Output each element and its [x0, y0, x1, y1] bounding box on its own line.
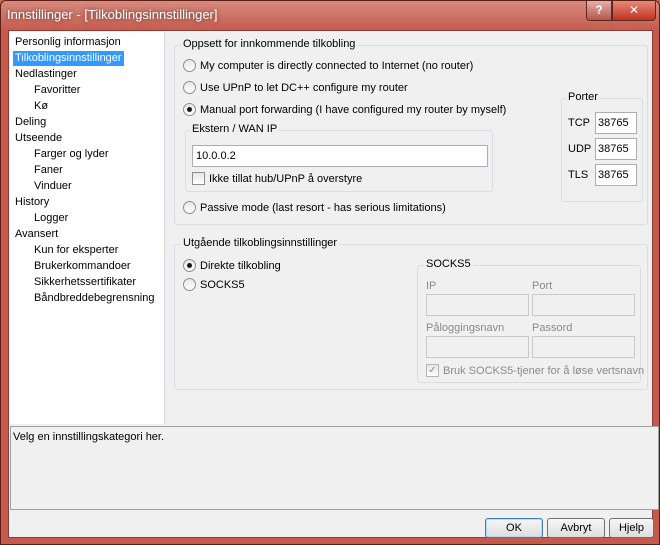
nav-item-logs[interactable]: Logger [32, 211, 70, 226]
category-tree[interactable]: Personlig informasjon Tilkoblingsinnstil… [10, 32, 165, 424]
nav-item-experts-only[interactable]: Kun for eksperter [32, 243, 120, 258]
socks5-resolve-label: Bruk SOCKS5-tjener for å løse vertsnavn [443, 365, 645, 377]
radio-label: Use UPnP to let DC++ configure my router [200, 82, 408, 94]
socks5-port-label: Port [532, 280, 553, 292]
nav-item-windows[interactable]: Vinduer [32, 179, 74, 194]
radio-upnp[interactable]: Use UPnP to let DC++ configure my router [183, 80, 408, 96]
outgoing-group-title: Utgående tilkoblingsinnstillinger [181, 237, 340, 249]
help-button[interactable]: Hjelp [609, 518, 654, 538]
radio-indicator[interactable] [183, 58, 196, 72]
nav-item-personal-info[interactable]: Personlig informasjon [13, 35, 123, 50]
no-override-checkbox[interactable] [192, 171, 205, 185]
nav-item-colors-sounds[interactable]: Farger og lyder [32, 147, 111, 162]
window-title: Innstillinger - [Tilkoblingsinnstillinge… [7, 7, 218, 22]
tls-label: TLS [568, 169, 589, 181]
description-text: Velg en innstillingskategori her. [13, 431, 165, 443]
radio-label: My computer is directly connected to Int… [200, 60, 474, 72]
radio-label: Direkte tilkobling [200, 260, 281, 272]
radio-indicator-selected[interactable] [183, 102, 196, 116]
help-title-button[interactable]: ? [586, 1, 612, 21]
socks5-password-input[interactable] [532, 336, 635, 358]
radio-socks5[interactable]: SOCKS5 [183, 277, 245, 293]
radio-indicator[interactable] [183, 80, 196, 94]
no-override-label: Ikke tillat hub/UPnP å overstyre [209, 173, 363, 185]
nav-item-security-certificates[interactable]: Sikkerhetssertifikater [32, 275, 138, 290]
ok-button[interactable]: OK [485, 518, 543, 538]
socks5-password-label: Passord [532, 322, 573, 334]
nav-item-tabs[interactable]: Faner [32, 163, 65, 178]
socks5-group: SOCKS5 IP Port Påloggingsnavn Passord ✓ B… [417, 258, 644, 383]
udp-port-input[interactable]: 38765 [595, 138, 637, 160]
settings-dialog: Innstillinger - [Tilkoblingsinnstillinge… [0, 0, 660, 545]
radio-manual-port-forwarding[interactable]: Manual port forwarding (I have configure… [183, 102, 506, 118]
cancel-button[interactable]: Avbryt [547, 518, 605, 538]
outgoing-connection-group: Utgående tilkoblingsinnstillinger Direkt… [174, 237, 648, 390]
nav-item-appearance[interactable]: Utseende [13, 131, 64, 146]
radio-passive-mode[interactable]: Passive mode (last resort - has serious … [183, 200, 446, 216]
ports-group-title: Porter [566, 91, 600, 103]
nav-item-user-commands[interactable]: Brukerkommandoer [32, 259, 133, 274]
wan-ip-group: Ekstern / WAN IP 10.0.0.2 Ikke tillat hu… [185, 123, 493, 192]
nav-item-queue[interactable]: Kø [32, 99, 50, 114]
description-panel: Velg en innstillingskategori her. [10, 426, 659, 510]
incoming-connection-group: Oppsett for innkommende tilkobling My co… [174, 38, 648, 225]
nav-item-bandwidth-limiting[interactable]: Båndbreddebegrensning [32, 291, 157, 306]
radio-indicator-selected[interactable] [183, 258, 196, 272]
socks5-ip-label: IP [426, 280, 437, 292]
dialog-client: Personlig informasjon Tilkoblingsinnstil… [8, 30, 659, 538]
radio-indicator[interactable] [183, 200, 196, 214]
no-override-checkbox-row[interactable]: Ikke tillat hub/UPnP å overstyre [192, 171, 362, 187]
wan-ip-input[interactable]: 10.0.0.2 [192, 145, 488, 167]
tls-port-input[interactable]: 38765 [595, 164, 637, 186]
socks5-ip-input[interactable] [426, 294, 529, 316]
socks5-resolve-checkbox-row[interactable]: ✓ Bruk SOCKS5-tjener for å løse vertsnavn [426, 363, 644, 379]
incoming-group-title: Oppsett for innkommende tilkobling [181, 38, 358, 50]
help-icon: ? [595, 3, 603, 17]
radio-label: Passive mode (last resort - has serious … [200, 202, 446, 214]
nav-item-favorites[interactable]: Favoritter [32, 83, 82, 98]
radio-direct-connection[interactable]: My computer is directly connected to Int… [183, 58, 473, 74]
radio-direct-outgoing[interactable]: Direkte tilkobling [183, 258, 281, 274]
radio-label: Manual port forwarding (I have configure… [200, 104, 507, 116]
socks5-login-input[interactable] [426, 336, 529, 358]
socks5-login-label: Påloggingsnavn [426, 322, 505, 334]
title-bar[interactable]: Innstillinger - [Tilkoblingsinnstillinge… [1, 1, 659, 29]
nav-item-downloads[interactable]: Nedlastinger [13, 67, 79, 82]
socks5-port-input[interactable] [532, 294, 635, 316]
nav-item-advanced[interactable]: Avansert [13, 227, 60, 242]
udp-label: UDP [568, 143, 592, 155]
close-button[interactable]: ✕ [612, 1, 656, 21]
ports-group: Porter TCP 38765 UDP 38765 TLS 38765 [561, 91, 643, 202]
socks5-resolve-checkbox[interactable]: ✓ [426, 363, 439, 377]
close-icon: ✕ [628, 3, 640, 17]
nav-item-connection-settings[interactable]: Tilkoblingsinnstillinger [13, 51, 124, 66]
tcp-label: TCP [568, 117, 590, 129]
socks5-group-title: SOCKS5 [424, 258, 473, 270]
radio-label: SOCKS5 [200, 279, 245, 291]
wan-ip-group-title: Ekstern / WAN IP [190, 123, 280, 135]
tcp-port-input[interactable]: 38765 [595, 112, 637, 134]
nav-item-history[interactable]: History [13, 195, 51, 210]
nav-item-sharing[interactable]: Deling [13, 115, 48, 130]
radio-indicator[interactable] [183, 277, 196, 291]
